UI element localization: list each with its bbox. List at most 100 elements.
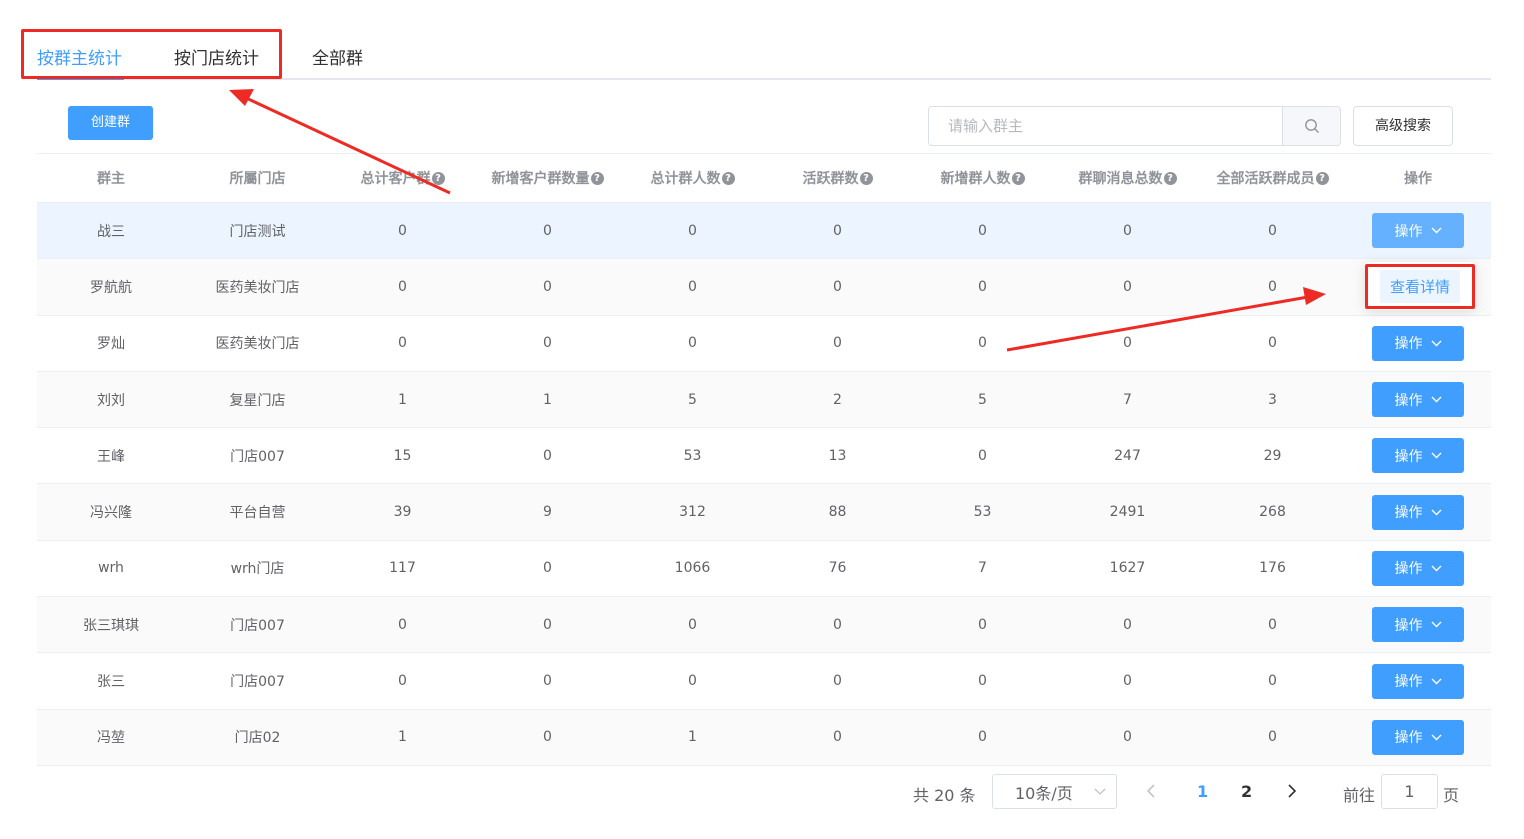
page-number[interactable]: 1 [1197, 782, 1208, 801]
create-group-button[interactable]: 创建群 [68, 106, 153, 140]
action-cell: 操作 [1345, 372, 1491, 427]
action-dropdown-button[interactable]: 操作 [1372, 213, 1464, 249]
action-cell: 操作 [1345, 710, 1491, 765]
action-cell: 操作 [1345, 541, 1491, 596]
total-members-cell: 0 [688, 278, 697, 295]
action-label: 操作 [1394, 617, 1423, 634]
messages-cell: 0 [1123, 673, 1132, 690]
total-members-cell: 0 [688, 673, 697, 690]
prev-page-button[interactable] [1146, 783, 1156, 803]
action-cell: 操作 [1345, 316, 1491, 371]
action-cell: 操作 [1345, 484, 1491, 539]
active-groups-cell: 0 [833, 673, 842, 690]
action-label: 操作 [1394, 505, 1423, 522]
action-dropdown-button[interactable]: 操作 [1372, 438, 1464, 474]
messages-cell: 1627 [1109, 560, 1146, 577]
table-row: wrh wrh门店 117 0 1066 76 7 1627 176 操作 [37, 541, 1491, 598]
new-groups-cell: 0 [543, 673, 552, 690]
column-header: 新增客户群数量? [475, 154, 620, 202]
active-members-cell: 0 [1268, 673, 1277, 690]
active-members-cell: 0 [1268, 616, 1277, 633]
search-icon [1304, 119, 1319, 133]
new-members-cell: 0 [978, 616, 987, 633]
column-header: 所屬门店 [229, 171, 286, 187]
help-icon[interactable]: ? [1011, 171, 1025, 185]
page-size-select[interactable]: 10条/页 [992, 774, 1117, 809]
help-icon[interactable]: ? [590, 171, 604, 185]
action-dropdown-button[interactable]: 操作 [1372, 325, 1464, 361]
goto-label: 前往 [1343, 786, 1376, 805]
page-size-value: 10条/页 [1015, 783, 1073, 803]
tab-all-groups[interactable]: 全部群 [312, 44, 363, 69]
messages-cell: 2491 [1109, 504, 1146, 521]
new-members-cell: 53 [973, 504, 992, 521]
help-icon[interactable]: ? [1315, 171, 1329, 185]
chevron-down-icon [1431, 734, 1441, 741]
goto-page-input[interactable] [1381, 774, 1438, 809]
search-input[interactable] [929, 107, 1282, 145]
next-page-button[interactable] [1287, 783, 1297, 803]
tab-by-owner[interactable]: 按群主统计 [37, 44, 122, 69]
action-dropdown-button[interactable]: 操作 [1372, 382, 1464, 418]
active-members-cell: 176 [1259, 560, 1286, 577]
total-groups-cell: 0 [398, 222, 407, 239]
advanced-search-button[interactable]: 高级搜索 [1353, 106, 1453, 146]
action-dropdown-button[interactable]: 操作 [1372, 494, 1464, 530]
table-row: 张三 门店007 0 0 0 0 0 0 0 操作 [37, 653, 1491, 710]
new-groups-cell: 0 [543, 560, 552, 577]
action-label: 操作 [1394, 448, 1423, 465]
action-dropdown-button[interactable]: 操作 [1372, 550, 1464, 586]
active-members-cell: 0 [1268, 278, 1277, 295]
chevron-down-icon [1431, 227, 1441, 234]
total-groups-cell: 0 [398, 673, 407, 690]
action-dropdown-button[interactable]: 操作 [1372, 607, 1464, 643]
help-icon[interactable]: ? [721, 171, 735, 185]
store-cell: 门店007 [230, 617, 285, 634]
new-groups-cell: 0 [543, 447, 552, 464]
total-groups-cell: 0 [398, 616, 407, 633]
help-icon[interactable]: ? [859, 171, 873, 185]
column-header: 操作 [1404, 171, 1432, 187]
active-groups-cell: 76 [828, 560, 847, 577]
new-members-cell: 5 [978, 391, 987, 408]
page-number[interactable]: 2 [1241, 782, 1252, 801]
search-box [928, 106, 1341, 146]
new-members-cell: 0 [978, 278, 987, 295]
column-header: 总计群人数? [620, 154, 765, 202]
messages-cell: 0 [1123, 729, 1132, 746]
new-members-cell: 7 [978, 560, 987, 577]
active-groups-cell: 0 [833, 335, 842, 352]
action-dropdown-button[interactable]: 操作 [1372, 719, 1464, 755]
help-icon[interactable]: ? [431, 171, 445, 185]
help-icon[interactable]: ? [1163, 171, 1177, 185]
total-members-cell: 0 [688, 616, 697, 633]
search-button[interactable] [1282, 107, 1340, 145]
store-cell: wrh门店 [230, 561, 285, 578]
column-header: 活跃群数? [765, 154, 910, 202]
new-groups-cell: 0 [543, 278, 552, 295]
store-cell: 医药美妆门店 [215, 336, 300, 353]
arrow-head-icon [229, 89, 254, 106]
table-row: 罗航航 医药美妆门店 0 0 0 0 0 0 0 [37, 259, 1491, 316]
total-groups-cell: 0 [398, 278, 407, 295]
total-groups-cell: 39 [393, 504, 412, 521]
table-row: 刘刘 复星门店 1 1 5 2 5 7 3 操作 [37, 371, 1491, 429]
view-details-menu-item[interactable]: 查看详情 [1379, 269, 1460, 303]
table-row: 冯兴隆 平台自营 39 9 312 88 53 2491 268 操作 [37, 484, 1491, 541]
table-header: 群主 所屬门店 总计客户群? 新增客户群数量? 总计群人数? 活跃群数? 新增群… [37, 153, 1491, 203]
total-members-cell: 1066 [674, 560, 711, 577]
owner-cell: 张三 [97, 674, 125, 691]
messages-cell: 247 [1114, 447, 1141, 464]
column-header: 群聊消息总数? [1055, 154, 1200, 202]
new-groups-cell: 9 [543, 504, 552, 521]
column-header: 新增群人数? [910, 154, 1055, 202]
chevron-down-icon [1431, 621, 1441, 628]
store-cell: 门店测试 [229, 223, 286, 240]
table-row: 战三 门店测试 0 0 0 0 0 0 0 操作 [37, 203, 1491, 260]
total-members-cell: 1 [688, 729, 697, 746]
messages-cell: 0 [1123, 222, 1132, 239]
new-groups-cell: 1 [543, 391, 552, 408]
tab-by-store[interactable]: 按门店统计 [174, 44, 259, 69]
action-dropdown-button[interactable]: 操作 [1372, 663, 1464, 699]
table-row: 王峰 门店007 15 0 53 13 0 247 29 操作 [37, 428, 1491, 485]
